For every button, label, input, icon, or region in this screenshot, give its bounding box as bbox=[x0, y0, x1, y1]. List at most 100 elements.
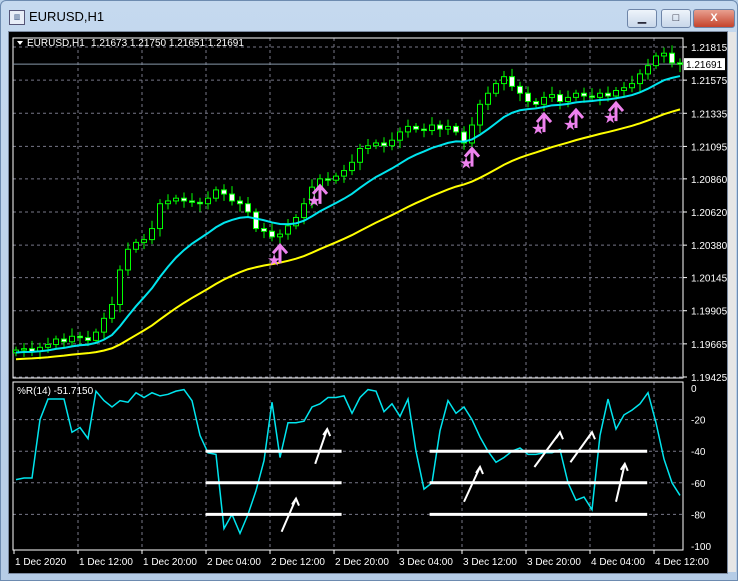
price-label: 1.21815 bbox=[691, 43, 727, 54]
candle-body bbox=[69, 335, 75, 343]
candle-body bbox=[581, 92, 587, 97]
price-label: 1.19425 bbox=[691, 373, 727, 384]
wpr-axis-label: 0 bbox=[691, 384, 697, 395]
candle-body bbox=[365, 145, 371, 149]
candle-body bbox=[669, 52, 675, 64]
annotation-arrowhead-icon bbox=[587, 430, 596, 440]
candle-body bbox=[133, 241, 139, 250]
candle-body bbox=[77, 335, 83, 339]
candle-body bbox=[501, 76, 507, 85]
chart-canvas[interactable]: ★ ★ ★ ★ ★ ★ EURUSD,H1 1.21673 1.21750 1.21651… bbox=[9, 32, 728, 573]
candle-body bbox=[437, 124, 443, 130]
candle-body bbox=[597, 92, 603, 98]
time-label: 3 Dec 12:00 bbox=[463, 557, 517, 568]
candle-body bbox=[573, 92, 579, 98]
wpr-axis-label: -40 bbox=[691, 447, 706, 458]
williams-r-line bbox=[15, 388, 681, 536]
candle-body bbox=[637, 73, 643, 85]
signal-star-icon: ★ bbox=[459, 156, 473, 173]
candle-body bbox=[549, 94, 555, 98]
time-label: 2 Dec 04:00 bbox=[207, 557, 261, 568]
wpr-axis-label: -100 bbox=[691, 542, 711, 553]
candle-body bbox=[85, 337, 91, 341]
candle-body bbox=[149, 228, 155, 241]
candle-body bbox=[197, 201, 203, 205]
candle-body bbox=[293, 217, 299, 227]
price-label: 1.20380 bbox=[691, 241, 727, 252]
candle-body bbox=[653, 55, 659, 67]
current-price-label: 1.21691 bbox=[686, 60, 723, 71]
candle-body bbox=[381, 142, 387, 147]
wpr-axis-label: -80 bbox=[691, 510, 706, 521]
candle-body bbox=[117, 269, 123, 306]
time-label: 1 Dec 20:00 bbox=[143, 557, 197, 568]
time-label: 2 Dec 12:00 bbox=[271, 557, 325, 568]
candle-body bbox=[629, 83, 635, 89]
candle-body bbox=[541, 96, 547, 105]
candle-body bbox=[405, 125, 411, 133]
dropdown-triangle-icon[interactable] bbox=[17, 41, 23, 45]
candle-body bbox=[525, 92, 531, 103]
chart-area[interactable]: ★ ★ ★ ★ ★ ★ EURUSD,H1 1.21673 1.21750 1.21651… bbox=[8, 31, 728, 574]
candle-body bbox=[53, 338, 59, 346]
candle-body bbox=[349, 161, 355, 172]
candle-body bbox=[285, 225, 291, 235]
candle-body bbox=[253, 211, 259, 230]
candle-body bbox=[533, 101, 539, 105]
candle-body bbox=[125, 248, 131, 271]
price-label: 1.19905 bbox=[691, 307, 727, 318]
candle-body bbox=[301, 203, 307, 219]
candle-body bbox=[45, 344, 51, 348]
candle-body bbox=[21, 348, 27, 351]
close-button[interactable]: X bbox=[693, 9, 735, 28]
candle-body bbox=[485, 92, 491, 105]
wpr-axis-label: -60 bbox=[691, 479, 706, 490]
candle-body bbox=[413, 125, 419, 130]
maximize-button[interactable]: □ bbox=[661, 9, 691, 28]
minimize-button[interactable]: ▁ bbox=[627, 9, 657, 28]
window-title: EURUSD,H1 bbox=[29, 9, 105, 24]
wpr-label: %R(14) -51.7150 bbox=[17, 386, 94, 397]
time-label: 3 Dec 20:00 bbox=[527, 557, 581, 568]
candle-body bbox=[373, 142, 379, 147]
candle-body bbox=[517, 85, 523, 94]
candle-body bbox=[453, 125, 459, 133]
price-label: 1.20860 bbox=[691, 175, 727, 186]
time-label: 2 Dec 20:00 bbox=[335, 557, 389, 568]
wpr-axis-label: -20 bbox=[691, 416, 706, 427]
signal-star-icon: ★ bbox=[603, 110, 617, 127]
candle-body bbox=[61, 338, 67, 343]
signal-star-icon: ★ bbox=[531, 121, 545, 138]
candle-body bbox=[157, 203, 163, 230]
candle-body bbox=[165, 200, 171, 205]
candle-body bbox=[173, 197, 179, 202]
candle-body bbox=[181, 197, 187, 202]
candle-body bbox=[205, 197, 211, 205]
time-label: 4 Dec 04:00 bbox=[591, 557, 645, 568]
candle-body bbox=[269, 230, 275, 238]
candle-body bbox=[645, 65, 651, 75]
candle-body bbox=[237, 200, 243, 205]
candle-body bbox=[397, 131, 403, 141]
annotation-arrow-icon bbox=[314, 428, 329, 465]
annotation-arrowhead-icon bbox=[555, 430, 564, 440]
candle-body bbox=[621, 87, 627, 91]
candle-body bbox=[565, 96, 571, 103]
ohlc-values: 1.21673 1.21750 1.21651 1.21691 bbox=[91, 38, 244, 49]
price-label: 1.20620 bbox=[691, 208, 727, 219]
candle-body bbox=[445, 125, 451, 130]
price-label: 1.21335 bbox=[691, 109, 727, 120]
candle-body bbox=[477, 103, 483, 126]
candle-body bbox=[277, 233, 283, 238]
candle-body bbox=[221, 189, 227, 195]
price-label: 1.21575 bbox=[691, 76, 727, 87]
candle-body bbox=[509, 76, 515, 87]
time-label: 1 Dec 2020 bbox=[15, 557, 67, 568]
candle-body bbox=[661, 52, 667, 57]
vertical-scrollbar[interactable] bbox=[728, 32, 736, 572]
symbol-label: EURUSD,H1 bbox=[27, 38, 85, 49]
candle-body bbox=[493, 83, 499, 94]
candle-body bbox=[261, 228, 267, 232]
candle-body bbox=[677, 62, 683, 65]
candle-body bbox=[229, 193, 235, 202]
